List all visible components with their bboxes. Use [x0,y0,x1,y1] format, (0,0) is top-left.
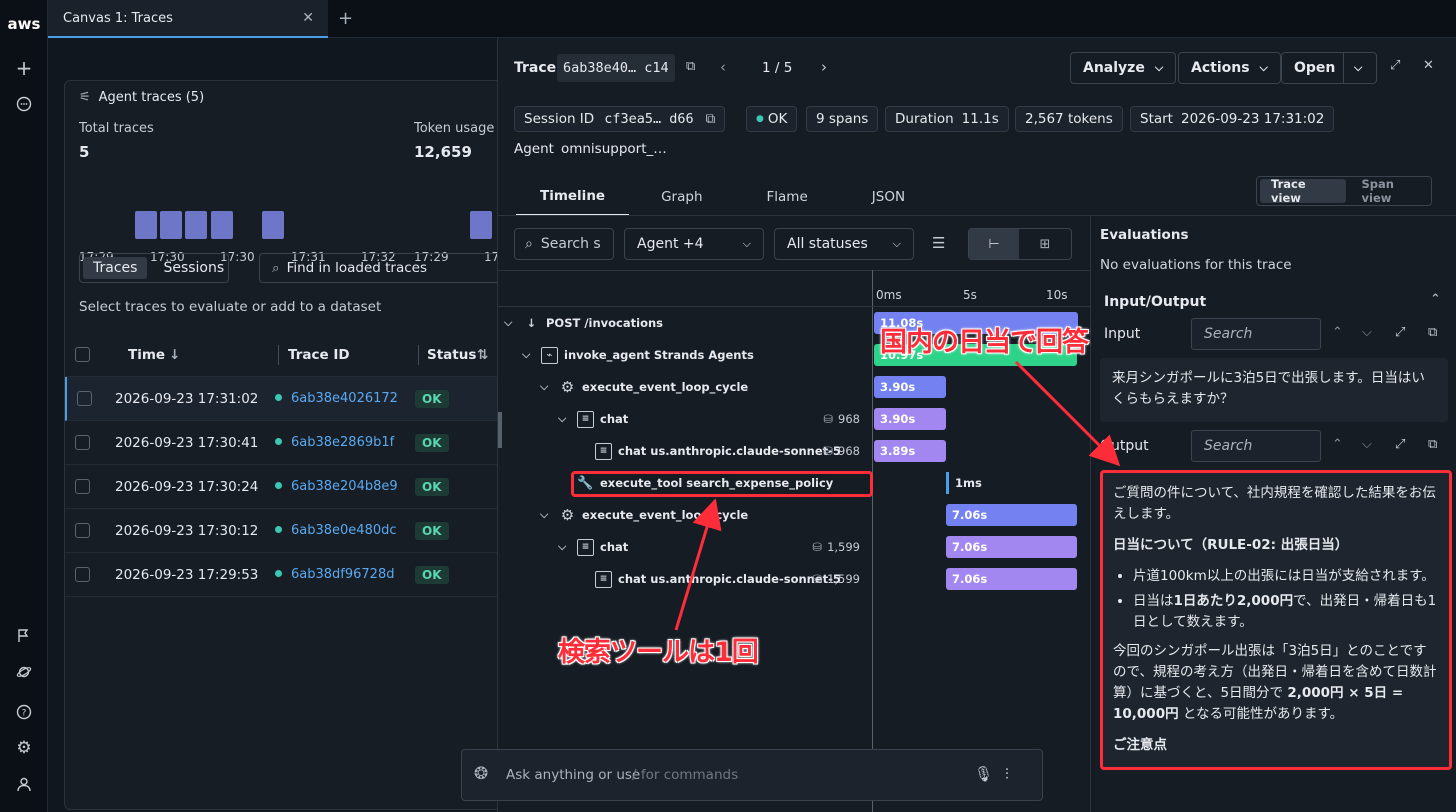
annotation-arrows [674,360,1121,631]
arrow-to-output [1014,360,1121,467]
annotation-search-once: 検索ツールは1回 [558,637,759,668]
arrow-to-tool-span [674,498,722,631]
annotation-domestic-allowance: 国内の日当で回答 [880,327,1089,358]
